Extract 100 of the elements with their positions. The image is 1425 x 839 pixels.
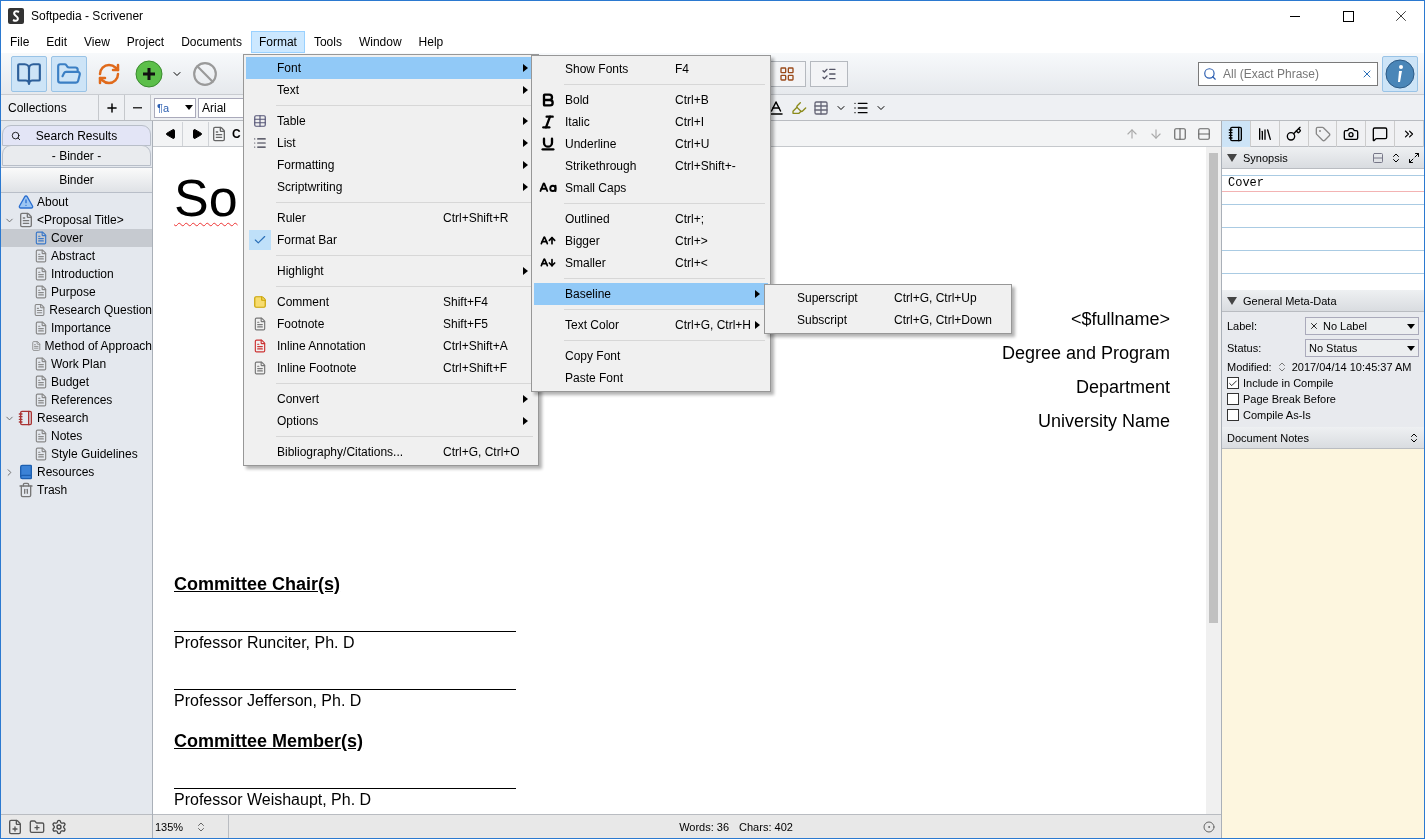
- list-icon: [253, 136, 267, 150]
- document-icon: [34, 393, 48, 407]
- menu-item[interactable]: Bibliography/Citations... Ctrl+G, Ctrl+O: [246, 441, 536, 463]
- menu-bar-item[interactable]: Help: [410, 31, 452, 53]
- checkbox-box[interactable]: [1227, 393, 1239, 405]
- binder-item[interactable]: Method of Approach: [1, 337, 152, 355]
- binder-tab[interactable]: - Binder -: [2, 145, 151, 166]
- menu-bar-item[interactable]: Edit: [38, 31, 76, 53]
- binder-item[interactable]: <Proposal Title>: [1, 211, 152, 229]
- menu-item[interactable]: Subscript Ctrl+G, Ctrl+Down: [767, 309, 1009, 331]
- binder-tab[interactable]: Search Results: [2, 125, 151, 146]
- info-button[interactable]: [1382, 55, 1418, 92]
- menu-item[interactable]: Highlight: [246, 260, 536, 282]
- binder-item[interactable]: Research Question: [1, 301, 152, 319]
- binder-item[interactable]: Resources: [1, 463, 152, 481]
- metadata-dropdown[interactable]: No Label: [1305, 317, 1419, 335]
- scrollbar-thumb[interactable]: [1209, 153, 1218, 623]
- camera-icon: [1343, 125, 1360, 142]
- binder-item[interactable]: Trash: [1, 481, 152, 499]
- expand-icon: [1408, 151, 1420, 164]
- menu-item[interactable]: Bold Ctrl+B: [534, 89, 768, 111]
- checkbox-box[interactable]: [1227, 377, 1239, 389]
- menu-bar-item[interactable]: View: [76, 31, 118, 53]
- collapse-triangle-icon[interactable]: [1227, 153, 1237, 162]
- menu-item[interactable]: Options: [246, 410, 536, 432]
- warning-icon: [18, 194, 34, 210]
- menu-item[interactable]: Outlined Ctrl+;: [534, 208, 768, 230]
- checkbox[interactable]: Page Break Before: [1227, 393, 1419, 405]
- menu-item[interactable]: Inline Footnote Ctrl+Shift+F: [246, 357, 536, 379]
- split-vertical-icon: [1173, 126, 1187, 141]
- menu-item[interactable]: Italic Ctrl+I: [534, 111, 768, 133]
- collections-toolbar-button[interactable]: [51, 55, 87, 92]
- menu-item[interactable]: Comment Shift+F4: [246, 291, 536, 313]
- menu-item[interactable]: Text Color Ctrl+G, Ctrl+H: [534, 314, 768, 336]
- binder-item[interactable]: Purpose: [1, 283, 152, 301]
- binder-item[interactable]: Abstract: [1, 247, 152, 265]
- book-icon: [18, 464, 34, 480]
- bold-icon: [540, 92, 556, 108]
- binder-item[interactable]: Introduction: [1, 265, 152, 283]
- maximize-icon: [1342, 10, 1354, 22]
- menu-bar-item[interactable]: Window: [350, 31, 410, 53]
- menu-bar-item[interactable]: File: [2, 31, 38, 53]
- menu-item[interactable]: Show Fonts F4: [534, 58, 768, 80]
- menu-item[interactable]: Inline Annotation Ctrl+Shift+A: [246, 335, 536, 357]
- menu-item[interactable]: Paste Font: [534, 367, 768, 389]
- plus-icon: [104, 100, 119, 115]
- highlighter-icon: [791, 99, 807, 116]
- checkbox[interactable]: Include in Compile: [1227, 377, 1419, 389]
- binder-item[interactable]: Budget: [1, 373, 152, 391]
- document-icon: [34, 267, 48, 281]
- collapse-triangle-icon[interactable]: [1227, 296, 1237, 305]
- arrow-up-icon: [1125, 126, 1139, 141]
- outline-view-button[interactable]: [810, 60, 848, 87]
- field-label: Modified:: [1227, 361, 1272, 373]
- new-document-icon: [7, 818, 23, 835]
- menu-item[interactable]: Baseline: [534, 283, 768, 305]
- menu-item[interactable]: Formatting: [246, 154, 536, 176]
- document-icon: [211, 125, 227, 142]
- metadata-dropdown[interactable]: No Status: [1305, 339, 1419, 357]
- binder-item[interactable]: Importance: [1, 319, 152, 337]
- address-line: Degree and Program: [1001, 342, 1170, 364]
- search-box[interactable]: All (Exact Phrase): [1198, 61, 1378, 86]
- menu-item[interactable]: Convert: [246, 388, 536, 410]
- binder-item[interactable]: Cover: [1, 229, 152, 247]
- menu-item[interactable]: Copy Font: [534, 345, 768, 367]
- document-icon: [253, 339, 267, 353]
- binder-item[interactable]: Notes: [1, 427, 152, 445]
- notes-tab[interactable]: [1222, 120, 1251, 147]
- submenu-arrow-icon: [523, 267, 528, 275]
- menu-bar-item[interactable]: Format: [250, 31, 305, 53]
- menu-bar-item[interactable]: Project: [118, 31, 173, 53]
- menu-bar-item[interactable]: Tools: [305, 31, 350, 53]
- menu-item[interactable]: Smaller Ctrl+<: [534, 252, 768, 274]
- menu-item[interactable]: Superscript Ctrl+G, Ctrl+Up: [767, 287, 1009, 309]
- binder-item[interactable]: Research: [1, 409, 152, 427]
- menu-item[interactable]: Format Bar: [246, 229, 536, 251]
- sync-icon: [97, 61, 121, 86]
- menu-item[interactable]: Bigger Ctrl+>: [534, 230, 768, 252]
- tag-icon: [1314, 125, 1331, 142]
- style-dropdown[interactable]: ¶a: [154, 97, 196, 118]
- zoom-level[interactable]: 135%: [155, 820, 184, 833]
- synopsis-text[interactable]: Cover: [1222, 175, 1424, 192]
- menu-item[interactable]: Footnote Shift+F5: [246, 313, 536, 335]
- menu-item[interactable]: Scriptwriting: [246, 176, 536, 198]
- checkbox-box[interactable]: [1227, 409, 1239, 421]
- submenu-arrow-icon: [523, 183, 528, 191]
- signature-name: Professor Jefferson, Ph. D: [174, 691, 362, 711]
- menu-item[interactable]: Underline Ctrl+U: [534, 133, 768, 155]
- menu-bar-item[interactable]: Documents: [173, 31, 250, 53]
- binder-toolbar-button[interactable]: [11, 55, 47, 92]
- binder-item[interactable]: About: [1, 193, 152, 211]
- key-icon: [1285, 125, 1302, 142]
- signature-name: Professor Weishaupt, Ph. D: [174, 790, 372, 810]
- binder-item[interactable]: Work Plan: [1, 355, 152, 373]
- binder-item[interactable]: References: [1, 391, 152, 409]
- menu-item[interactable]: Small Caps: [534, 177, 768, 199]
- checkbox[interactable]: Compile As-Is: [1227, 409, 1419, 421]
- menu-item[interactable]: Strikethrough Ctrl+Shift+-: [534, 155, 768, 177]
- split-horizontal-icon: [1197, 126, 1211, 141]
- binder-item[interactable]: Style Guidelines: [1, 445, 152, 463]
